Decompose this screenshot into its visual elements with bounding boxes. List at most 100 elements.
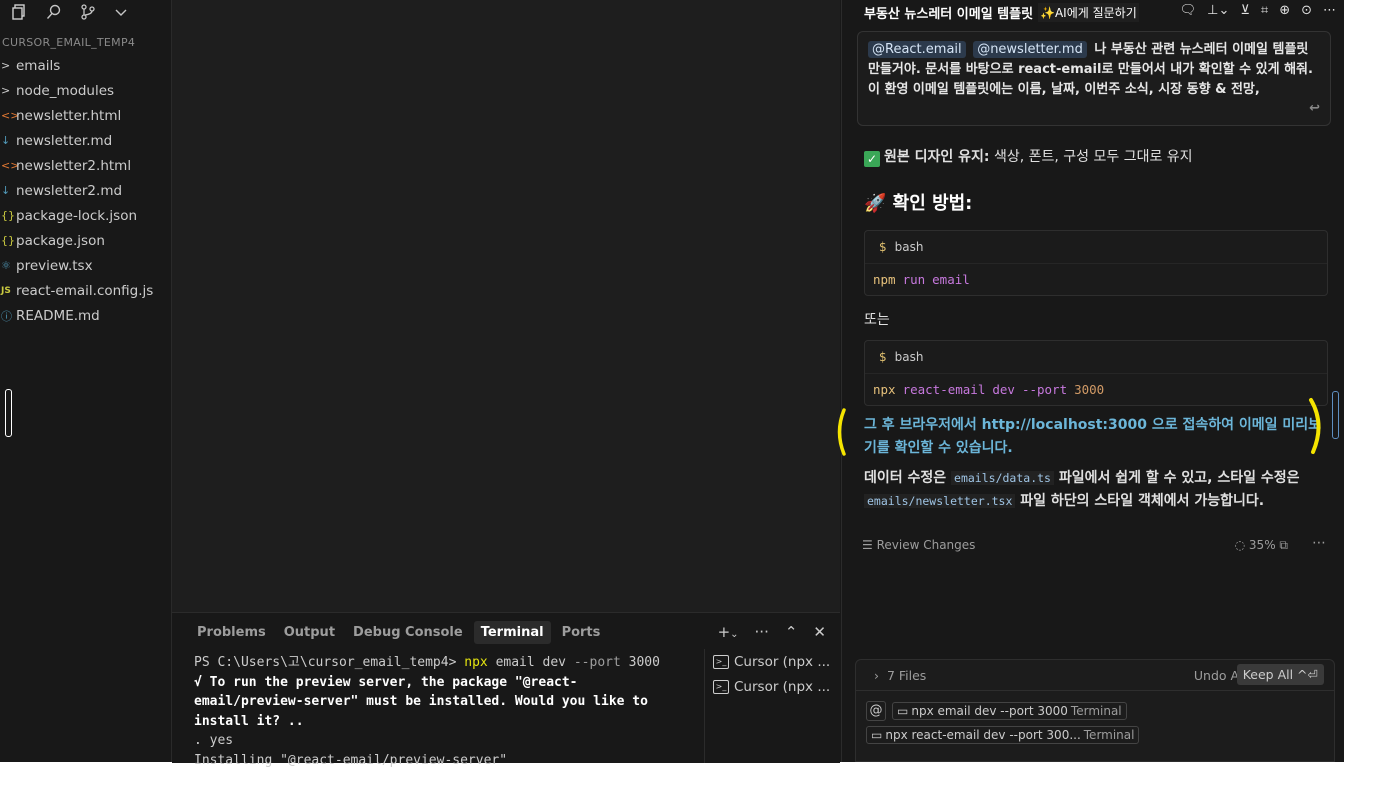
tree-item-label: package-lock.json (16, 207, 138, 224)
editor-area[interactable] (172, 0, 840, 612)
code-arg: dev (992, 382, 1015, 397)
tree-item-node-modules[interactable]: > node_modules (0, 78, 171, 103)
more-icon[interactable]: ⋯ (1312, 535, 1326, 551)
code-line[interactable]: npm run email (865, 264, 1327, 295)
tree-item-newsletter-md[interactable]: ↓ newsletter.md (0, 128, 171, 153)
info-icon: ⓘ (1, 309, 12, 323)
terminal-output[interactable]: PS C:\Users\고\cursor_email_temp4> npx em… (194, 653, 684, 790)
copy-icon[interactable]: ⧉ (1279, 538, 1288, 552)
tree-item-react-email-config[interactable]: JS react-email.config.js (0, 278, 171, 303)
terminal-instance-label: Cursor (npx ... (734, 678, 831, 695)
user-prompt-box[interactable]: @React.email @newsletter.md 나 부동산 관련 뉴스레… (857, 31, 1331, 126)
review-changes-button[interactable]: ☰ Review Changes (862, 538, 975, 552)
or-text: 또는 (864, 312, 890, 328)
zoom-icon[interactable]: ⊕ (1279, 3, 1290, 18)
context-chip[interactable]: ▭ npx email dev --port 3000 Terminal (892, 702, 1127, 720)
code-arg: run (902, 272, 926, 287)
source-control-icon[interactable] (80, 4, 96, 20)
chat-input-box[interactable]: @ ▭ npx email dev --port 3000 Terminal ▭ n… (855, 691, 1335, 762)
context-row: @ ▭ npx email dev --port 3000 Terminal (866, 701, 1127, 721)
terminal-prompt: PS C:\Users\고\cursor_email_temp4> (194, 655, 457, 670)
files-icon[interactable] (12, 4, 28, 20)
tab-ports[interactable]: Ports (555, 621, 608, 644)
tab-terminal[interactable]: Terminal (473, 620, 551, 644)
context-row: ▭ npx react-email dev --port 300... Termi… (866, 726, 1140, 744)
download-icon[interactable]: ⊙ (1301, 3, 1312, 18)
html-file-icon: <> (1, 159, 20, 172)
code-lang: bash (894, 350, 924, 364)
tree-item-emails[interactable]: > emails (0, 53, 171, 78)
tab-output[interactable]: Output (277, 621, 342, 644)
context-chip[interactable]: ▭ npx react-email dev --port 300... Termi… (866, 726, 1140, 744)
json-file-icon: {} (1, 209, 15, 222)
files-toggle[interactable]: › 7 Files (874, 668, 926, 683)
changed-files-bar: › 7 Files Undo All Keep All ^⏎ (855, 659, 1335, 691)
tree-item-label: newsletter.html (16, 107, 122, 124)
code-cmd: npm (873, 272, 896, 287)
keep-all-button[interactable]: Keep All ^⏎ (1236, 664, 1324, 685)
layout-icon[interactable]: ⊥⌄ (1207, 3, 1229, 18)
more-actions-icon[interactable]: ··· (755, 623, 769, 641)
tree-item-label: emails (16, 57, 61, 74)
js-file-icon: JS (1, 285, 11, 296)
activity-bar (0, 0, 171, 24)
tab-problems[interactable]: Problems (190, 621, 273, 644)
mention-chip[interactable]: @newsletter.md (973, 41, 1087, 58)
terminal-line-2: √ To run the preview server, the package… (194, 674, 656, 729)
terminal-arg: 3000 (628, 655, 660, 670)
chevron-right-icon: > (1, 84, 11, 97)
tree-item-label: preview.tsx (16, 257, 93, 274)
chat-title[interactable]: 부동산 뉴스레터 이메일 템플릿 (842, 3, 1044, 22)
ask-ai-button[interactable]: ✨AI에게 질문하기 (1038, 3, 1139, 22)
tree-item-newsletter2-html[interactable]: <> newsletter2.html (0, 153, 171, 178)
add-context-icon[interactable]: @ (866, 701, 886, 721)
bottom-panel: Problems Output Debug Console Terminal P… (172, 612, 841, 787)
review-row: ☰ Review Changes ◌ 35% ⧉ ⋯ (862, 535, 1326, 556)
tree-item-package-json[interactable]: {} package.json (0, 228, 171, 253)
preview-instructions[interactable]: 그 후 브라우저에서 http://localhost:3000 으로 접속하여… (864, 414, 1324, 460)
sidebar-scroll-handle[interactable] (5, 389, 12, 437)
tree-item-newsletter-html[interactable]: <> newsletter.html (0, 103, 171, 128)
chat-header-icons: 🗨 ⊥⌄ ⊻ ⌗ ⊕ ⊙ ⋯ (1180, 3, 1336, 18)
undo-icon[interactable]: ↩ (1309, 99, 1320, 119)
chat-scroll-handle[interactable] (1332, 391, 1339, 439)
mention-chip[interactable]: @React.email (868, 41, 966, 58)
terminal-line-1: PS C:\Users\고\cursor_email_temp4> npx em… (194, 653, 684, 673)
code-block-2: $ bash npx react-email dev --port 3000 (864, 340, 1328, 406)
tree-item-newsletter2-md[interactable]: ↓ newsletter2.md (0, 178, 171, 203)
context-percent: 35% (1248, 538, 1276, 552)
tab-debug-console[interactable]: Debug Console (346, 621, 470, 644)
search-icon[interactable] (46, 4, 62, 20)
terminal-line-4: Installing "@react-email/preview-server" (194, 752, 508, 768)
tree-item-preview-tsx[interactable]: ⚛ preview.tsx (0, 253, 171, 278)
context-chip-sub: Terminal (1070, 704, 1122, 718)
tree-item-package-lock[interactable]: {} package-lock.json (0, 203, 171, 228)
crop-icon[interactable]: ⌗ (1261, 3, 1268, 18)
terminal-icon: >_ (713, 679, 729, 694)
pin-icon[interactable]: ⊻ (1240, 3, 1250, 18)
terminal-instance[interactable]: >_ Cursor (npx ... (705, 649, 841, 674)
code-block-header: $ bash (865, 231, 1327, 264)
chevron-down-icon[interactable] (114, 5, 128, 19)
review-label: Review Changes (876, 538, 976, 552)
terminal-instance[interactable]: >_ Cursor (npx ... (705, 674, 841, 699)
project-title[interactable]: CURSOR_EMAIL_TEMP4 (0, 36, 171, 49)
files-count: 7 Files (886, 668, 927, 683)
markdown-file-icon: ↓ (1, 184, 11, 197)
close-panel-icon[interactable]: ✕ (813, 623, 826, 641)
check-item: ✓ 원본 디자인 유지: 색상, 폰트, 구성 모두 그대로 유지 (864, 146, 1193, 167)
more-icon[interactable]: ⋯ (1323, 3, 1336, 18)
new-terminal-plus-icon[interactable]: +⌄ (718, 623, 739, 641)
terminal-icon: ▭ (871, 728, 883, 742)
comment-icon[interactable]: 🗨 (1180, 3, 1197, 18)
markdown-file-icon: ↓ (1, 134, 11, 147)
json-file-icon: {} (1, 234, 15, 247)
maximize-panel-icon[interactable]: ⌃ (785, 623, 798, 641)
check-bold: 원본 디자인 유지: (884, 149, 990, 165)
edit-text: 데이터 수정은 (864, 470, 952, 486)
terminal-instances-list: >_ Cursor (npx ... >_ Cursor (npx ... (704, 649, 841, 763)
annotation-bracket-left (837, 408, 846, 456)
panel-actions: +⌄ ··· ⌃ ✕ (718, 623, 826, 641)
code-line[interactable]: npx react-email dev --port 3000 (865, 374, 1327, 405)
tree-item-readme[interactable]: ⓘ README.md (0, 303, 171, 328)
